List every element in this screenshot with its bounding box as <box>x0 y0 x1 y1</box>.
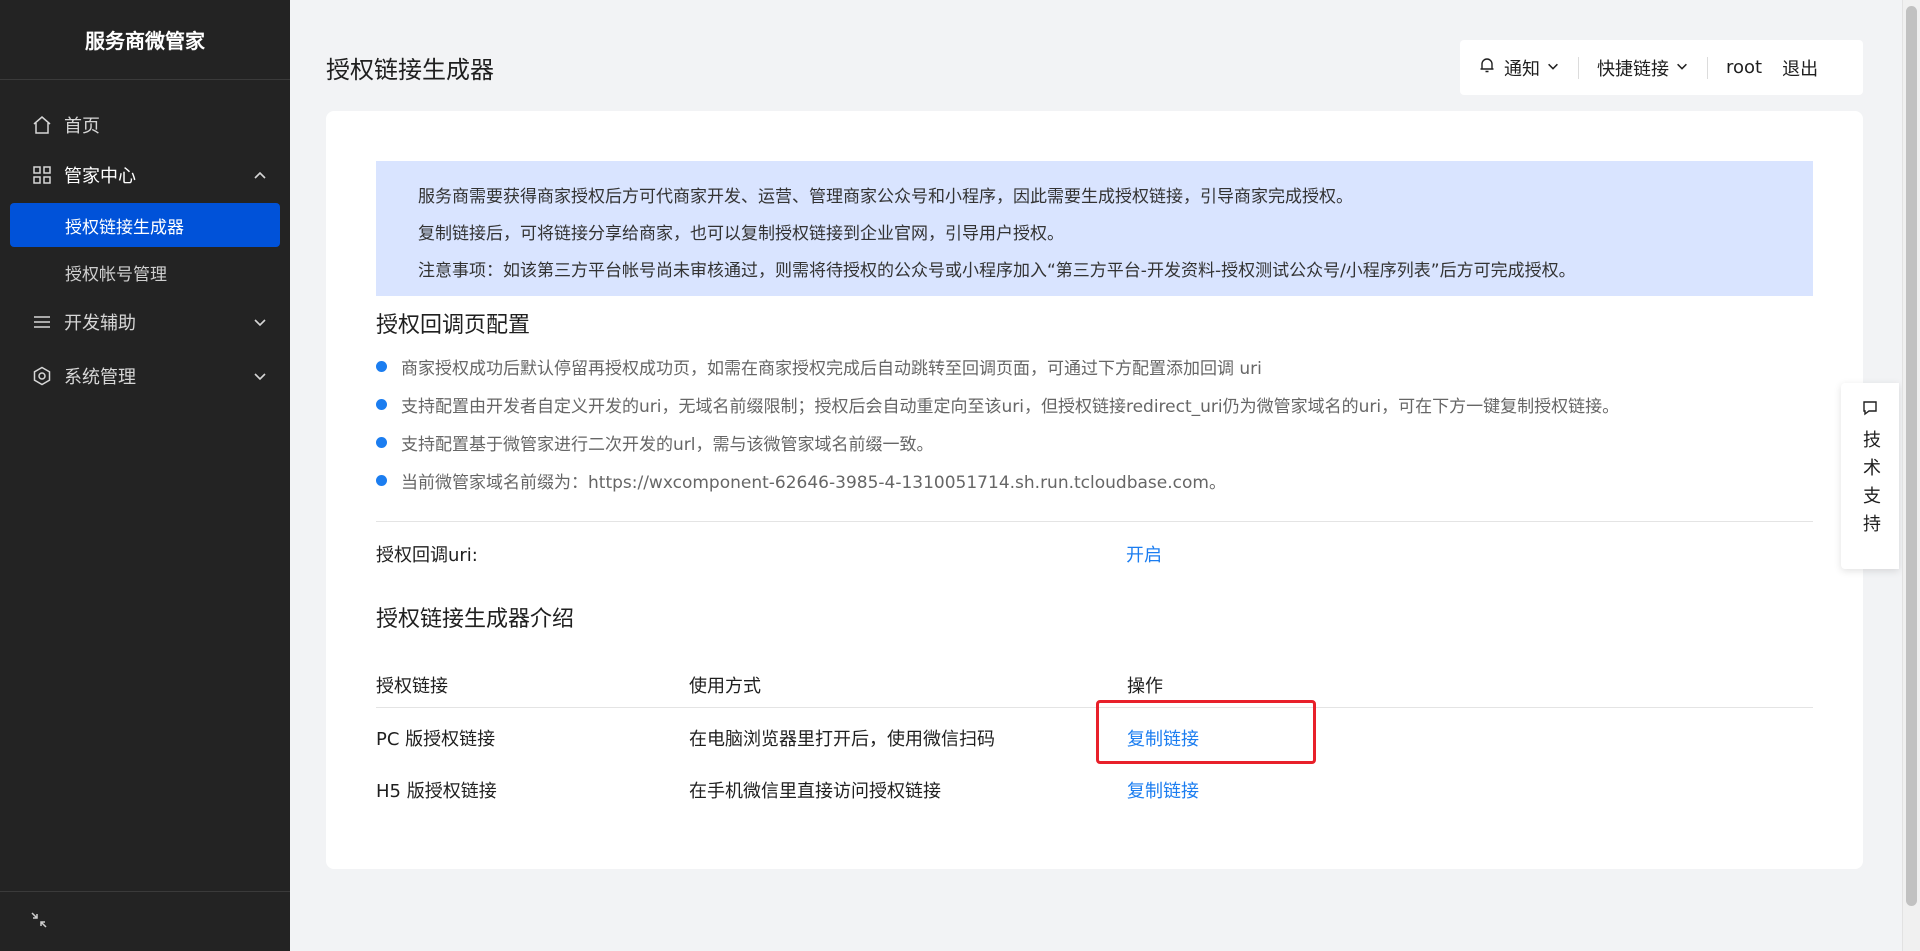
bullet-text: 支持配置由开发者自定义开发的uri，无域名前缀限制；授权后会自动重定向至该uri… <box>401 396 1620 417</box>
sidebar-item-label: 系统管理 <box>64 367 136 388</box>
bullet-text: 商家授权成功后默认停留再授权成功页，如需在商家授权完成后自动跳转至回调页面，可通… <box>401 358 1262 379</box>
sidebar-subitem-auth-account-management[interactable]: 授权帐号管理 <box>10 250 280 294</box>
list-item: 商家授权成功后默认停留再授权成功页，如需在商家授权完成后自动跳转至回调页面，可通… <box>376 347 1813 385</box>
tech-support-button[interactable]: 技术支持 <box>1841 383 1899 569</box>
copy-h5-link-button[interactable]: 复制链接 <box>1127 777 1199 803</box>
notice-line: 注意事项：如该第三方平台帐号尚未审核通过，则需将待授权的公众号或小程序加入“第三… <box>418 261 1576 281</box>
list-item: 当前微管家域名前缀为：https://wxcomponent-62646-398… <box>376 461 1813 499</box>
section-divider <box>376 521 1813 522</box>
enable-callback-link[interactable]: 开启 <box>1126 541 1162 567</box>
chevron-down-icon <box>1675 57 1689 78</box>
callback-bullets: 商家授权成功后默认停留再授权成功页，如需在商家授权完成后自动跳转至回调页面，可通… <box>376 347 1813 499</box>
column-header: 使用方式 <box>689 676 761 697</box>
table-row: H5 版授权链接 在手机微信里直接访问授权链接 复制链接 <box>376 763 1813 818</box>
header-divider <box>1578 56 1579 79</box>
notice-line: 服务商需要获得商家授权后方可代商家开发、运营、管理商家公众号和小程序，因此需要生… <box>418 187 1353 207</box>
table-header-row: 授权链接 使用方式 操作 <box>376 658 1813 708</box>
copy-pc-link-button[interactable]: 复制链接 <box>1127 725 1199 751</box>
message-icon <box>1861 399 1879 422</box>
menu-icon <box>32 312 52 332</box>
bullet-dot <box>376 360 387 372</box>
usage-cell: 在手机微信里直接访问授权链接 <box>689 781 941 802</box>
sidebar-item-manager-center[interactable]: 管家中心 <box>0 150 290 200</box>
callback-uri-label: 授权回调uri: <box>376 545 478 566</box>
chevron-down-icon <box>252 314 268 330</box>
settings-icon <box>32 366 52 386</box>
sidebar-nav: 首页 管家中心 授权链接生成器 授权帐号管理 开发辅助 系统管理 <box>0 80 290 401</box>
bullet-dot <box>376 398 387 410</box>
header-toolbar: 通知 快捷链接 root 退出 <box>1460 40 1863 95</box>
notice-line: 复制链接后，可将链接分享给商家，也可以复制授权链接到企业官网，引导用户授权。 <box>418 224 1064 244</box>
tech-support-label: 技术支持 <box>1860 430 1881 542</box>
page-title: 授权链接生成器 <box>326 56 494 84</box>
bell-icon <box>1478 56 1496 79</box>
user-name[interactable]: root <box>1726 57 1762 78</box>
page-scrollbar[interactable] <box>1902 0 1920 951</box>
sidebar-subitem-label: 授权链接生成器 <box>65 217 184 238</box>
sidebar-item-system-management[interactable]: 系统管理 <box>0 351 290 401</box>
collapse-icon <box>30 911 48 933</box>
list-item: 支持配置由开发者自定义开发的uri，无域名前缀限制；授权后会自动重定向至该uri… <box>376 385 1813 423</box>
shortcut-label: 快捷链接 <box>1597 58 1669 80</box>
list-item: 支持配置基于微管家进行二次开发的url，需与该微管家域名前缀一致。 <box>376 423 1813 461</box>
sidebar: 服务商微管家 首页 管家中心 授权链接生成器 授权帐号管理 开发辅助 系统管理 <box>0 0 290 951</box>
sidebar-subitem-label: 授权帐号管理 <box>65 264 167 285</box>
bullet-dot <box>376 474 387 486</box>
link-name-cell: PC 版授权链接 <box>376 729 496 750</box>
grid-icon <box>32 165 52 185</box>
auth-link-table: 授权链接 使用方式 操作 PC 版授权链接 在电脑浏览器里打开后，使用微信扫码 … <box>376 658 1813 818</box>
sidebar-item-label: 管家中心 <box>64 166 136 187</box>
sidebar-collapse-button[interactable] <box>0 891 290 951</box>
main-card: 服务商需要获得商家授权后方可代商家开发、运营、管理商家公众号和小程序，因此需要生… <box>326 111 1863 869</box>
sidebar-item-label: 开发辅助 <box>64 313 136 334</box>
callback-uri-row: 授权回调uri: 开启 <box>376 541 1813 571</box>
sidebar-item-dev-assist[interactable]: 开发辅助 <box>0 297 290 347</box>
callback-section-title: 授权回调页配置 <box>376 313 531 338</box>
intro-section-title: 授权链接生成器介绍 <box>376 607 575 632</box>
link-name-cell: H5 版授权链接 <box>376 781 497 802</box>
sidebar-subitem-auth-link-generator[interactable]: 授权链接生成器 <box>10 203 280 247</box>
notify-label: 通知 <box>1504 58 1540 80</box>
notify-dropdown[interactable]: 通知 <box>1478 55 1560 81</box>
sidebar-title: 服务商微管家 <box>0 0 290 80</box>
column-header: 授权链接 <box>376 676 448 697</box>
table-row: PC 版授权链接 在电脑浏览器里打开后，使用微信扫码 复制链接 <box>376 700 1813 764</box>
sidebar-item-home[interactable]: 首页 <box>0 100 290 150</box>
chevron-down-icon <box>1546 57 1560 78</box>
notice-panel: 服务商需要获得商家授权后方可代商家开发、运营、管理商家公众号和小程序，因此需要生… <box>376 161 1813 296</box>
scrollbar-thumb[interactable] <box>1906 6 1917 906</box>
logout-link[interactable]: 退出 <box>1782 55 1818 81</box>
home-icon <box>32 115 52 135</box>
bullet-text: 当前微管家域名前缀为：https://wxcomponent-62646-398… <box>401 472 1226 493</box>
sidebar-item-label: 首页 <box>64 116 100 137</box>
chevron-down-icon <box>252 368 268 384</box>
bullet-text: 支持配置基于微管家进行二次开发的url，需与该微管家域名前缀一致。 <box>401 434 934 455</box>
chevron-up-icon <box>252 167 268 183</box>
header-divider <box>1707 56 1708 79</box>
column-header: 操作 <box>1127 676 1163 697</box>
shortcut-dropdown[interactable]: 快捷链接 <box>1597 55 1689 81</box>
usage-cell: 在电脑浏览器里打开后，使用微信扫码 <box>689 729 995 750</box>
bullet-dot <box>376 436 387 448</box>
